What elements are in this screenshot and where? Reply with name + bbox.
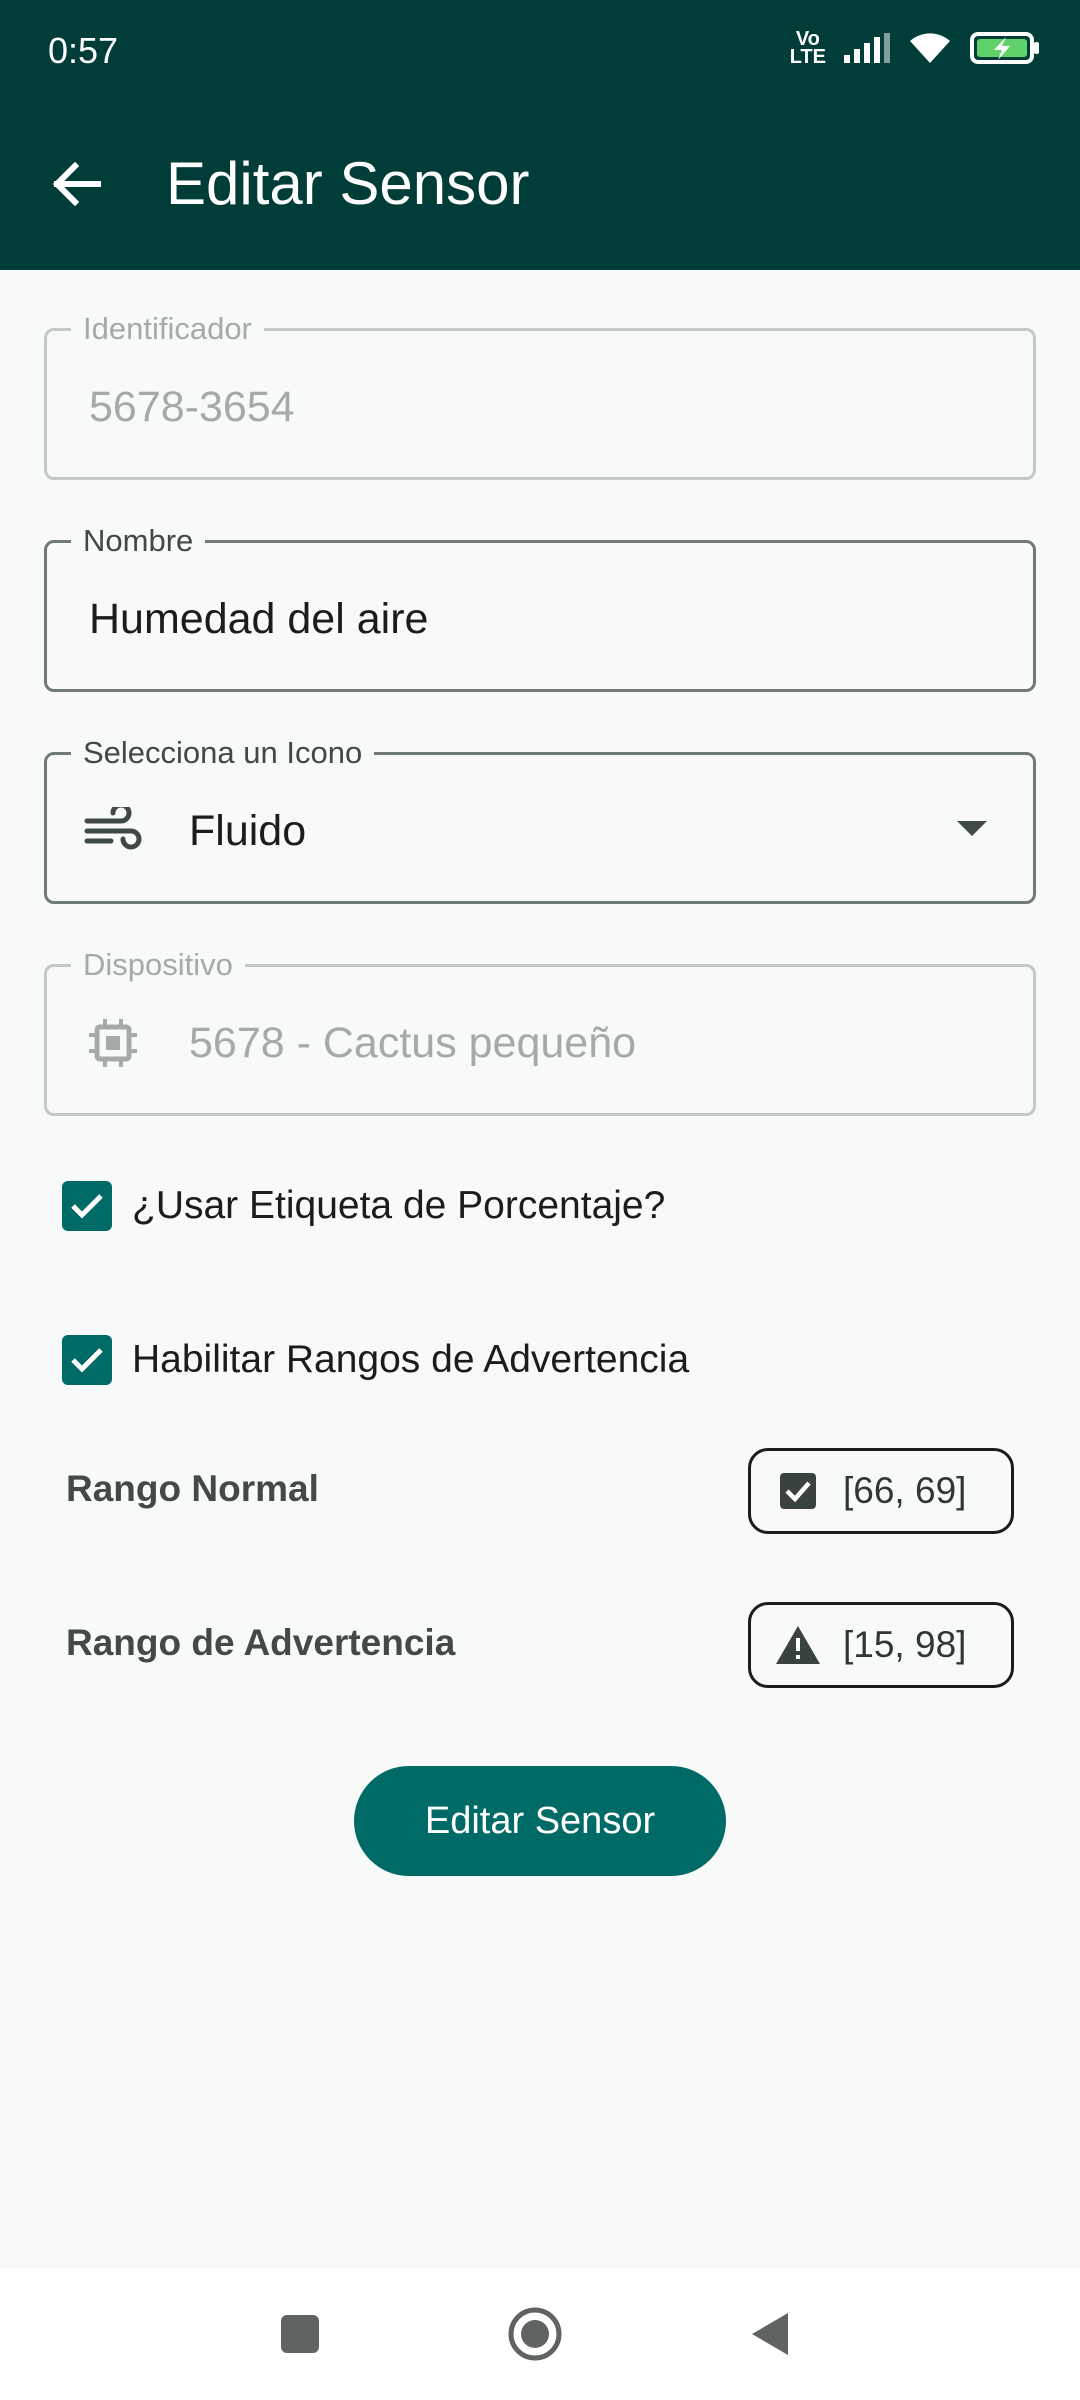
- circle-icon: [508, 2307, 562, 2361]
- status-bar: 0:57 Vo LTE: [0, 0, 1080, 104]
- app-bar: Editar Sensor: [0, 104, 1080, 270]
- warning-ranges-option[interactable]: Habilitar Rangos de Advertencia: [62, 1335, 689, 1385]
- normal-range-label: Rango Normal: [66, 1468, 319, 1509]
- back-button[interactable]: [40, 148, 112, 220]
- name-label: Nombre: [71, 523, 206, 559]
- warning-range-label: Rango de Advertencia: [66, 1622, 456, 1663]
- check-icon: [71, 1348, 103, 1373]
- normal-range-row: Rango Normal [66, 69]: [66, 1448, 1014, 1538]
- warning-ranges-checkbox-label: Habilitar Rangos de Advertencia: [132, 1338, 690, 1381]
- recents-button[interactable]: [270, 2304, 330, 2364]
- signal-icon: [844, 33, 890, 63]
- icon-select-label: Selecciona un Icono: [71, 735, 375, 771]
- name-field[interactable]: Nombre Humedad del aire: [44, 523, 1036, 692]
- wind-icon: [81, 799, 145, 863]
- name-value[interactable]: Humedad del aire: [89, 593, 428, 645]
- icon-select-value: Fluido: [189, 807, 307, 855]
- icon-select[interactable]: Selecciona un Icono Fluido: [44, 735, 1036, 904]
- wifi-icon: [910, 33, 950, 63]
- warning-range-value: [15, 98]: [843, 1624, 967, 1665]
- chip-icon: [81, 1011, 145, 1075]
- page-title: Editar Sensor: [166, 150, 530, 217]
- arrow-back-icon: [52, 162, 101, 206]
- warning-range-chip[interactable]: [15, 98]: [748, 1602, 1014, 1688]
- device-field: Dispositivo 5678 - Cactus pequeño: [44, 947, 1036, 1116]
- device-value: 5678 - Cactus pequeño: [189, 1019, 637, 1067]
- identifier-label: Identificador: [71, 311, 264, 347]
- status-time: 0:57: [48, 30, 119, 71]
- warning-range-row: Rango de Advertencia [15, 98]: [66, 1602, 1014, 1692]
- percentage-label-option[interactable]: ¿Usar Etiqueta de Porcentaje?: [62, 1181, 665, 1231]
- check-icon: [71, 1194, 103, 1219]
- triangle-back-icon: [752, 2313, 788, 2355]
- status-icons: Vo LTE: [789, 28, 1040, 68]
- normal-range-value: [66, 69]: [843, 1470, 967, 1511]
- checkbox-icon: [775, 1468, 821, 1514]
- identifier-value: 5678-3654: [89, 383, 295, 431]
- warning-icon: [775, 1622, 821, 1668]
- home-button[interactable]: [505, 2304, 565, 2364]
- device-label: Dispositivo: [71, 947, 245, 983]
- warning-ranges-checkbox[interactable]: [62, 1335, 112, 1385]
- percentage-checkbox-label: ¿Usar Etiqueta de Porcentaje?: [132, 1184, 666, 1227]
- normal-range-chip[interactable]: [66, 69]: [748, 1448, 1014, 1534]
- dropdown-arrow-icon: [957, 821, 987, 836]
- square-icon: [281, 2315, 319, 2353]
- volte-indicator: Vo LTE: [789, 28, 826, 68]
- identifier-field: Identificador 5678-3654: [44, 311, 1036, 480]
- battery-icon: [970, 32, 1039, 64]
- edit-sensor-button[interactable]: Editar Sensor: [354, 1766, 726, 1876]
- percentage-checkbox[interactable]: [62, 1181, 112, 1231]
- back-nav-button[interactable]: [740, 2304, 800, 2364]
- system-nav-bar: [0, 2268, 1080, 2400]
